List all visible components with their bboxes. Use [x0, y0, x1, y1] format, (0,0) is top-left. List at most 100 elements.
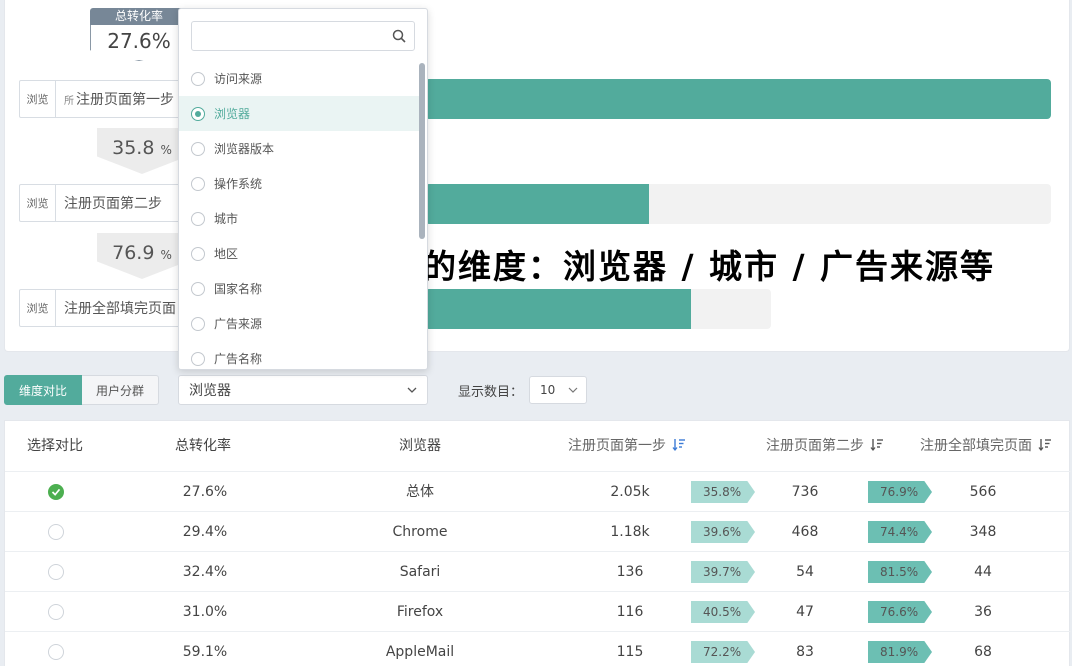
cell-total-rate: 27.6% — [182, 484, 228, 500]
radio-icon — [191, 71, 205, 86]
table-row[interactable]: 27.6% 总体 2.05k 736 566 35.8% 76.9% — [5, 471, 1071, 511]
total-conversion-label: 总转化率 — [90, 8, 188, 25]
cell-step3: 44 — [974, 564, 992, 580]
radio-icon[interactable] — [48, 604, 64, 620]
conversion-arrow-1: 35.8 % — [97, 128, 187, 174]
header-step1[interactable]: 注册页面第一步 — [568, 421, 686, 471]
conversion-arrow-2: 76.9 % — [97, 233, 187, 279]
view-mode-tabs: 维度对比 用户分群 — [4, 375, 160, 405]
dropdown-option-label: 访问来源 — [214, 72, 263, 86]
cell-dimension: Firefox — [396, 604, 444, 620]
radio-icon — [191, 176, 205, 191]
dropdown-option[interactable]: 地区 — [179, 236, 419, 271]
table-row[interactable]: 59.1% AppleMail 115 83 68 72.2% 81.9% — [5, 631, 1071, 666]
cell-step1: 115 — [616, 644, 644, 660]
radio-icon — [191, 351, 205, 366]
dropdown-option[interactable]: 城市 — [179, 201, 419, 236]
cell-step3: 36 — [974, 604, 992, 620]
table-row[interactable]: 31.0% Firefox 116 47 36 40.5% 76.6% — [5, 591, 1071, 631]
conversion-tag-step1-2: 40.5% — [691, 601, 755, 623]
cell-step2: 736 — [791, 484, 819, 500]
header-step2-label: 注册页面第二步 — [766, 438, 864, 454]
total-conversion-badge: 总转化率 27.6% — [90, 8, 188, 61]
sort-icon[interactable] — [870, 438, 884, 452]
chevron-down-icon — [568, 387, 578, 393]
dropdown-option-label: 广告名称 — [214, 352, 263, 366]
step-3-tag: 浏览 — [20, 290, 56, 326]
radio-icon — [191, 281, 205, 296]
cell-total-rate: 31.0% — [182, 604, 228, 620]
table-row[interactable]: 32.4% Safari 136 54 44 39.7% 81.5% — [5, 551, 1071, 591]
sort-icon[interactable] — [1038, 438, 1052, 452]
search-icon[interactable] — [392, 29, 406, 43]
header-step1-label: 注册页面第一步 — [568, 438, 666, 454]
dropdown-search-input[interactable] — [192, 22, 382, 50]
radio-icon — [191, 106, 205, 121]
cell-total-rate: 59.1% — [182, 644, 228, 660]
check-circle-icon[interactable] — [48, 484, 64, 500]
total-conversion-value: 27.6% — [90, 25, 188, 61]
step-1-prefix: 所 — [64, 96, 74, 107]
funnel-step-3[interactable]: 浏览 注册全部填完页面 — [19, 289, 189, 327]
cell-dimension: 总体 — [406, 484, 434, 500]
header-step2[interactable]: 注册页面第二步 — [766, 421, 884, 471]
sort-icon[interactable] — [672, 438, 686, 452]
dimension-dropdown-popup: 访问来源浏览器浏览器版本操作系统城市地区国家名称广告来源广告名称 — [178, 8, 428, 370]
radio-icon — [191, 316, 205, 331]
funnel-step-1[interactable]: 浏览 所注册页面第一步 — [19, 80, 189, 118]
radio-icon[interactable] — [48, 644, 64, 660]
cell-step1: 2.05k — [610, 484, 650, 500]
tab-user-segment[interactable]: 用户分群 — [82, 375, 160, 405]
dropdown-option[interactable]: 访问来源 — [179, 61, 419, 96]
cell-step3: 68 — [974, 644, 992, 660]
dropdown-option[interactable]: 广告名称 — [179, 341, 419, 369]
dropdown-option[interactable]: 浏览器版本 — [179, 131, 419, 166]
funnel-bar-2-fill — [425, 184, 650, 224]
show-count-select[interactable]: 10 — [529, 376, 587, 404]
dropdown-option[interactable]: 操作系统 — [179, 166, 419, 201]
dropdown-option[interactable]: 国家名称 — [179, 271, 419, 306]
funnel-step-2[interactable]: 浏览 注册页面第二步 — [19, 184, 189, 222]
cell-step2: 54 — [796, 564, 814, 580]
conversion-tag-step1-2: 35.8% — [691, 481, 755, 503]
dropdown-option[interactable]: 广告来源 — [179, 306, 419, 341]
dropdown-option[interactable]: 浏览器 — [179, 96, 419, 131]
dimension-select-value: 浏览器 — [189, 383, 231, 399]
cell-total-rate: 32.4% — [182, 564, 228, 580]
funnel-bar-1-fill — [425, 79, 1051, 119]
radio-icon — [191, 211, 205, 226]
dropdown-option-label: 浏览器版本 — [214, 142, 275, 156]
conversion-tag-step2-3: 76.9% — [868, 481, 932, 503]
dimension-select[interactable]: 浏览器 — [178, 375, 428, 405]
cell-step2: 47 — [796, 604, 814, 620]
cell-step2: 83 — [796, 644, 814, 660]
table-row[interactable]: 29.4% Chrome 1.18k 468 348 39.6% 74.4% — [5, 511, 1071, 551]
header-total-rate: 总转化率 — [175, 438, 231, 454]
dropdown-option-label: 国家名称 — [214, 282, 263, 296]
header-step3-label: 注册全部填完页面 — [920, 438, 1032, 454]
show-count-value: 10 — [540, 383, 556, 397]
dropdown-option-label: 城市 — [214, 212, 239, 226]
step-1-label: 注册页面第一步 — [76, 92, 174, 108]
dropdown-scrollbar[interactable] — [419, 63, 425, 239]
conversion-2-unit: % — [160, 248, 172, 262]
dropdown-option-label: 浏览器 — [214, 107, 251, 121]
cell-step3: 348 — [969, 524, 997, 540]
cell-dimension: Safari — [399, 564, 441, 580]
dropdown-option-label: 地区 — [214, 247, 239, 261]
tab-dimension-compare[interactable]: 维度对比 — [4, 375, 83, 405]
radio-icon[interactable] — [48, 564, 64, 580]
cell-dimension: AppleMail — [385, 644, 455, 660]
conversion-1-value: 35.8 — [112, 137, 155, 159]
funnel-bar-1 — [425, 79, 1051, 119]
step-3-name: 注册全部填完页面 — [64, 301, 176, 317]
funnel-bar-3 — [425, 289, 771, 329]
conversion-1-unit: % — [160, 143, 172, 157]
conversion-tag-step1-2: 39.7% — [691, 561, 755, 583]
cell-dimension: Chrome — [392, 524, 448, 540]
radio-icon[interactable] — [48, 524, 64, 540]
step-1-name: 所注册页面第一步 — [56, 89, 188, 109]
comparison-table: 选择对比 总转化率 浏览器 注册页面第一步 注册页面第二步 注册全部填完页面 2… — [4, 420, 1071, 666]
step-1-tag: 浏览 — [20, 81, 56, 117]
header-step3[interactable]: 注册全部填完页面 — [920, 421, 1052, 471]
